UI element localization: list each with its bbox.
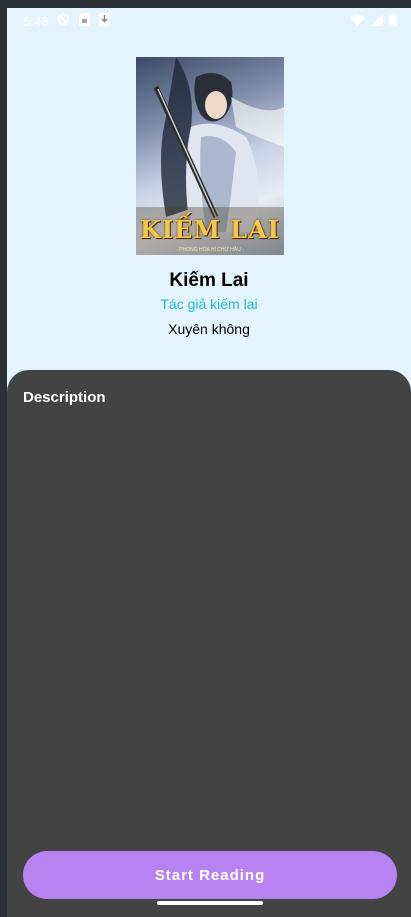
cell-signal-icon [371,13,383,26]
description-sheet: Description Start Reading [7,370,411,917]
sim-card-icon [79,13,90,26]
book-title: Kiếm Lai [169,270,249,291]
status-bar: 5:48 [7,8,411,34]
wifi-icon [350,13,365,26]
cover-subtitle-text: - PHONG HỎA HÍ CHƯ HẦU - [176,247,244,253]
battery-icon [389,13,397,26]
app-screen: 5:48 KIẾM LAI - PHONG HỎA HÍ CHƯ HẦU - K… [7,8,411,917]
start-reading-button[interactable]: Start Reading [23,851,397,899]
download-icon [99,13,110,26]
home-indicator[interactable] [157,901,263,905]
book-cover-image: KIẾM LAI - PHONG HỎA HÍ CHƯ HẦU - [136,57,284,255]
status-time: 5:48 [23,14,49,29]
description-heading: Description [23,389,106,406]
book-author-link[interactable]: Tác giả kiếm lai [7,296,411,312]
do-not-disturb-icon [57,13,70,26]
cover-title-text: KIẾM LAI [139,215,281,244]
book-genre: Xuyên không [168,321,250,337]
